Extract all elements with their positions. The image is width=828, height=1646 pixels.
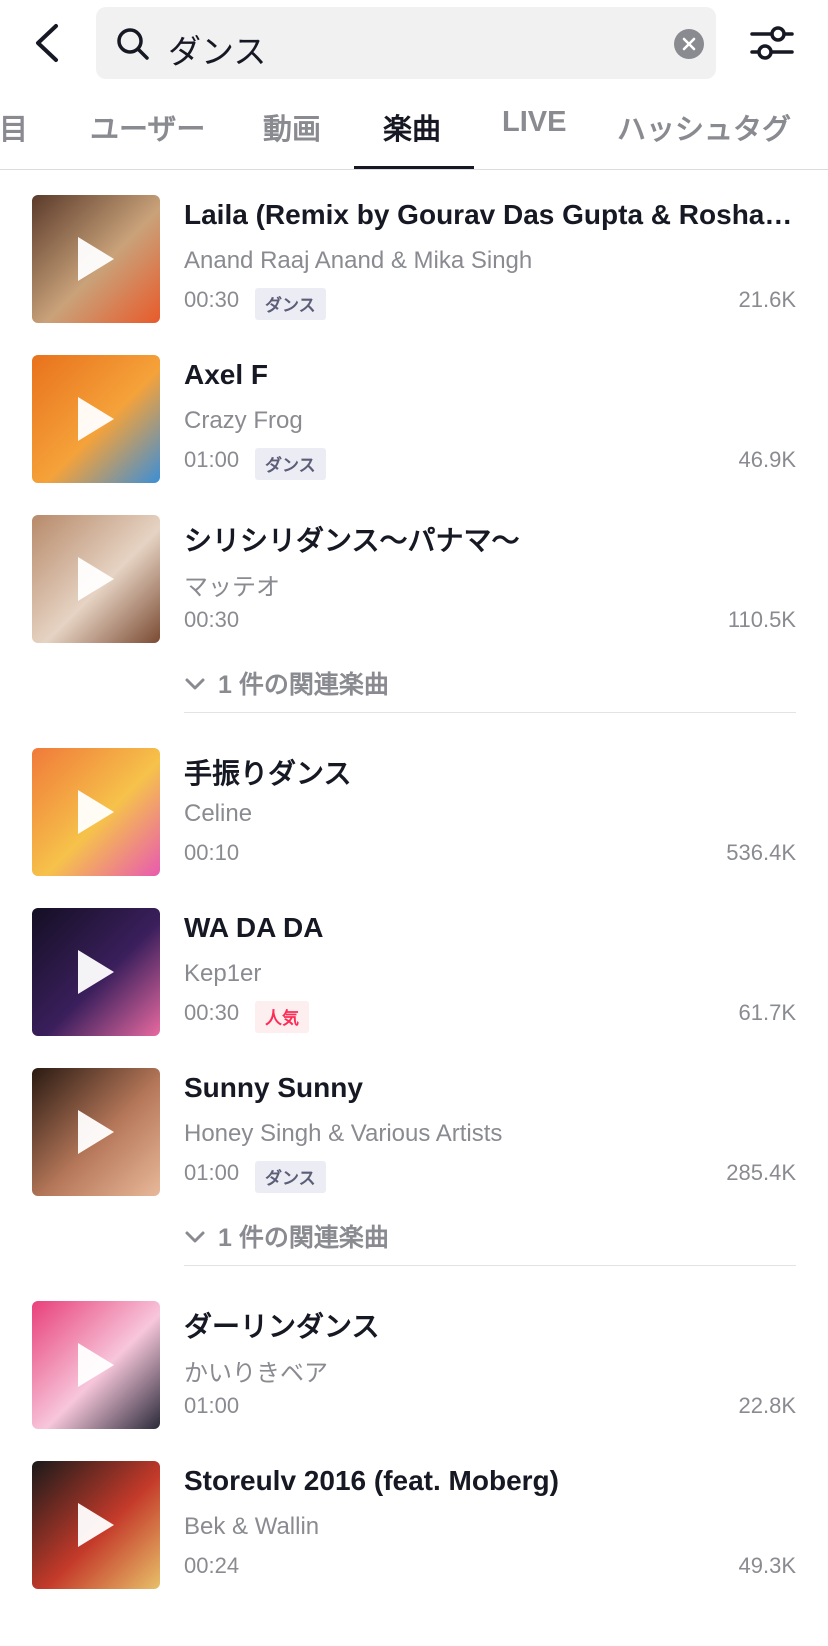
album-cover[interactable]: [32, 748, 160, 876]
tab-music[interactable]: 楽曲: [383, 106, 441, 148]
related-songs-toggle[interactable]: 1 件の関連楽曲: [184, 665, 389, 701]
song-duration: 01:00: [184, 1393, 240, 1418]
song-row[interactable]: Laila (Remix by Gourav Das Gupta & Rosha…: [0, 195, 828, 335]
chevron-down-icon: [185, 678, 205, 690]
search-icon: [117, 28, 149, 60]
play-icon[interactable]: [78, 950, 114, 994]
song-row[interactable]: Sunny Sunny Honey Singh & Various Artists…: [0, 1068, 828, 1268]
play-icon[interactable]: [78, 557, 114, 601]
tab-videos[interactable]: 動画: [263, 106, 321, 148]
song-row[interactable]: 手振りダンス Celine 00:10 536.4K: [0, 748, 828, 888]
album-cover[interactable]: [32, 1461, 160, 1589]
song-duration: 01:00: [184, 447, 240, 472]
search-query-text[interactable]: ダンス: [168, 25, 266, 73]
song-title: Storeulv 2016 (feat. Moberg): [184, 1465, 559, 1496]
song-row[interactable]: Axel F Crazy Frog 01:00 ダンス 46.9K: [0, 355, 828, 495]
tab-live[interactable]: LIVE: [502, 106, 566, 139]
play-icon[interactable]: [78, 1110, 114, 1154]
usage-count: 61.7K: [738, 1000, 797, 1025]
song-title: Axel F: [184, 359, 269, 390]
play-icon[interactable]: [78, 1503, 114, 1547]
usage-count: 46.9K: [738, 447, 797, 472]
song-duration: 00:30: [184, 607, 240, 632]
chevron-down-icon: [185, 1231, 205, 1243]
usage-count: 536.4K: [726, 840, 796, 865]
song-duration: 00:30: [184, 1000, 240, 1025]
song-row[interactable]: シリシリダンス〜パナマ〜マッテオ 00:30 110.5K 1 件の関連楽曲: [0, 515, 828, 715]
song-artist: マッテオ: [184, 574, 280, 601]
song-tag-badge: ダンス: [255, 448, 326, 480]
song-artist: Honey Singh & Various Artists: [184, 1120, 503, 1147]
active-tab-indicator: [354, 166, 474, 169]
play-icon[interactable]: [78, 1343, 114, 1387]
song-duration: 00:30: [184, 287, 240, 312]
song-artist: Celine: [184, 800, 253, 827]
album-cover[interactable]: [32, 355, 160, 483]
album-cover[interactable]: [32, 1068, 160, 1196]
song-artist: Bek & Wallin: [184, 1513, 320, 1540]
song-tag-badge: ダンス: [255, 1161, 326, 1193]
clear-search-button[interactable]: [674, 29, 704, 59]
top-bar: ダンス: [0, 0, 828, 86]
song-artist: Kep1er: [184, 960, 262, 987]
related-songs-label: 1 件の関連楽曲: [218, 1224, 389, 1252]
album-cover[interactable]: [32, 908, 160, 1036]
tab-hashtags[interactable]: ハッシュタグ: [617, 106, 791, 148]
song-artist: かいりきベア: [184, 1360, 328, 1387]
song-tag-badge: ダンス: [255, 288, 326, 320]
usage-count: 22.8K: [738, 1393, 797, 1418]
play-icon[interactable]: [78, 790, 114, 834]
chevron-left-icon: [36, 24, 58, 62]
tab-users[interactable]: ユーザー: [90, 106, 205, 148]
divider: [184, 712, 796, 713]
usage-count: 21.6K: [738, 287, 797, 312]
song-duration: 01:00: [184, 1160, 240, 1185]
song-artist: Crazy Frog: [184, 407, 303, 434]
song-duration: 00:24: [184, 1553, 240, 1578]
related-songs-toggle[interactable]: 1 件の関連楽曲: [184, 1218, 389, 1254]
song-row[interactable]: Storeulv 2016 (feat. Moberg) Bek & Wallin…: [0, 1461, 828, 1601]
tab-top[interactable]: 注目: [0, 106, 28, 148]
usage-count: 49.3K: [738, 1553, 797, 1578]
divider: [184, 1265, 796, 1266]
back-button[interactable]: [28, 20, 68, 66]
usage-count: 110.5K: [727, 607, 796, 632]
search-field[interactable]: ダンス: [96, 7, 716, 79]
play-icon[interactable]: [78, 237, 114, 281]
song-title: 手振りダンス: [184, 758, 352, 789]
related-songs-label: 1 件の関連楽曲: [218, 671, 389, 699]
song-title: Sunny Sunny: [184, 1072, 363, 1103]
usage-count: 285.4K: [726, 1160, 796, 1185]
play-icon[interactable]: [78, 397, 114, 441]
song-row[interactable]: ダーリンダンスかいりきベア 01:00 22.8K: [0, 1301, 828, 1441]
search-tabs: 注目 ユーザー 動画 楽曲 LIVE ハッシュタグ: [0, 86, 828, 170]
sliders-icon: [750, 26, 794, 60]
close-icon: [682, 37, 696, 51]
song-title: シリシリダンス〜パナマ〜: [184, 525, 520, 556]
song-title: Laila (Remix by Gourav Das Gupta & Rosha…: [184, 199, 796, 230]
song-tag-badge: 人気: [255, 1001, 309, 1033]
song-row[interactable]: WA DA DA Kep1er 00:30 人気 61.7K: [0, 908, 828, 1048]
song-duration: 00:10: [184, 840, 240, 865]
album-cover[interactable]: [32, 1301, 160, 1429]
album-cover[interactable]: [32, 515, 160, 643]
filter-button[interactable]: [748, 20, 796, 66]
song-title: ダーリンダンス: [184, 1311, 380, 1342]
song-title: WA DA DA: [184, 912, 324, 943]
album-cover[interactable]: [32, 195, 160, 323]
song-artist: Anand Raaj Anand & Mika Singh: [184, 247, 533, 274]
